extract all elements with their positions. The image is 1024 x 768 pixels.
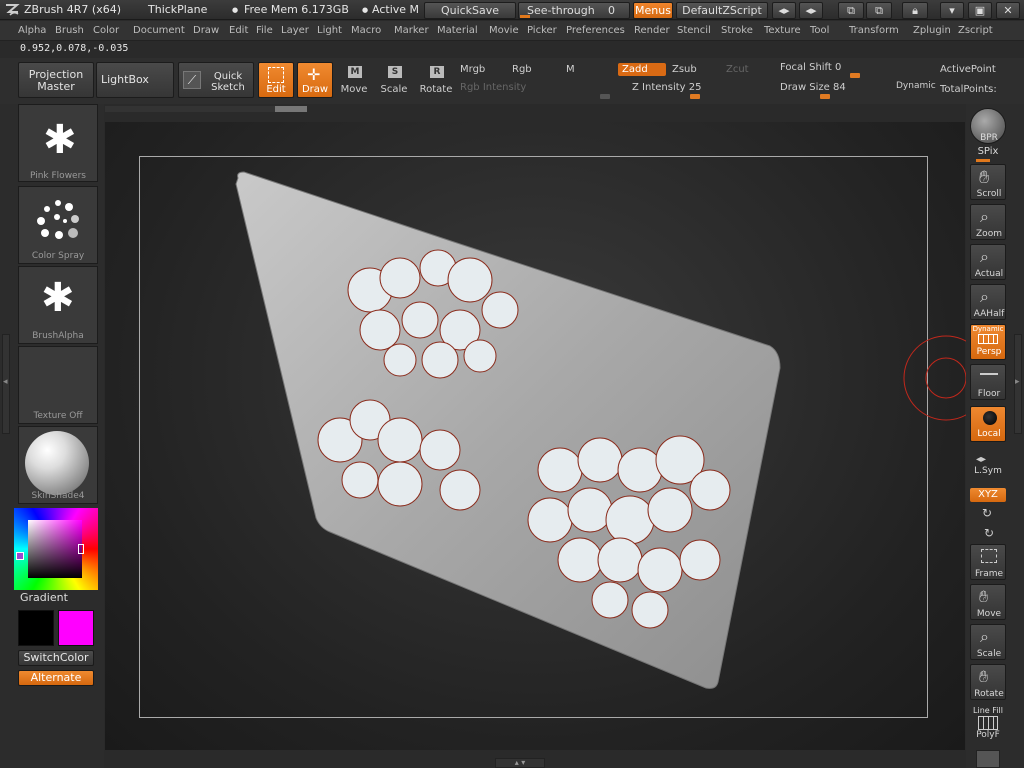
grid-icon <box>978 334 998 344</box>
zoom-label: Zoom <box>976 229 1002 239</box>
local-icon <box>983 411 997 425</box>
frame-icon <box>981 549 997 563</box>
hand-icon: ✋︎ <box>979 167 990 188</box>
magnifier-icon: ⌕ <box>980 207 989 226</box>
actual-button[interactable]: ⌕ Actual <box>970 244 1006 280</box>
bpr-render-button[interactable]: BPR <box>970 108 1006 144</box>
rotate-view-button[interactable]: ✋︎ Rotate <box>970 664 1006 700</box>
collapse-right-icon: ▸ <box>1015 377 1020 387</box>
line-fill-label: Line Fill <box>973 706 1003 715</box>
scroll-label: Scroll <box>976 189 1002 199</box>
xyz-label: XYZ <box>978 489 998 500</box>
floor-button[interactable]: Floor <box>970 364 1006 400</box>
scale-view-label: Scale <box>976 649 1002 659</box>
right-shelf: BPR SPix ✋︎ Scroll ⌕ Zoom ⌕ Actual ⌕ AAH… <box>966 104 1024 768</box>
bpr-label: BPR <box>980 133 998 143</box>
floor-icon <box>980 373 998 375</box>
frame-button[interactable]: Frame <box>970 544 1006 580</box>
polyf-button[interactable]: Line Fill PolyF <box>970 706 1006 742</box>
aahalf-label: AAHalf <box>973 309 1005 319</box>
rotate-y-icon[interactable]: ↻ <box>982 506 992 520</box>
lsym-button[interactable]: ◂▸ L.Sym <box>970 454 1006 480</box>
frame-label: Frame <box>974 569 1004 579</box>
lsym-label: L.Sym <box>974 466 1002 476</box>
aahalf-button[interactable]: ⌕ AAHalf <box>970 284 1006 320</box>
spix-label: SPix <box>977 146 999 157</box>
polyf-label: PolyF <box>976 730 1000 740</box>
local-label: Local <box>977 429 1001 439</box>
right-tray-handle[interactable]: ▸ <box>1014 334 1022 434</box>
xyz-button[interactable]: XYZ <box>970 488 1006 502</box>
rotate-view-label: Rotate <box>974 689 1004 699</box>
move-hand-icon: ✋︎ <box>979 587 989 606</box>
magnifier-actual-icon: ⌕ <box>980 247 989 266</box>
magnifier-half-icon: ⌕ <box>980 287 989 306</box>
rotate-z-icon[interactable]: ↻ <box>984 526 994 540</box>
dynamic-label: Dynamic <box>972 325 1004 333</box>
floor-label: Floor <box>977 389 1001 399</box>
spix-knob <box>976 159 990 162</box>
polyframe-icon <box>978 716 998 730</box>
transp-button[interactable] <box>976 750 1000 768</box>
move-view-label: Move <box>976 609 1002 619</box>
rotate-hand-icon: ✋︎ <box>979 667 989 686</box>
persp-label: Persp <box>976 347 1002 357</box>
scale-view-button[interactable]: ⌕ Scale <box>970 624 1006 660</box>
move-view-button[interactable]: ✋︎ Move <box>970 584 1006 620</box>
scroll-button[interactable]: ✋︎ Scroll <box>970 164 1006 200</box>
zoom-button[interactable]: ⌕ Zoom <box>970 204 1006 240</box>
canvas-bottom-handle[interactable]: ▴ ▾ <box>495 758 545 768</box>
sculpted-plane-model[interactable] <box>0 0 1024 768</box>
lsym-icon: ◂▸ <box>976 454 987 465</box>
persp-button[interactable]: Dynamic Persp <box>970 324 1006 360</box>
actual-label: Actual <box>974 269 1004 279</box>
scale-magnifier-icon: ⌕ <box>980 627 989 646</box>
local-button[interactable]: Local <box>970 406 1006 442</box>
